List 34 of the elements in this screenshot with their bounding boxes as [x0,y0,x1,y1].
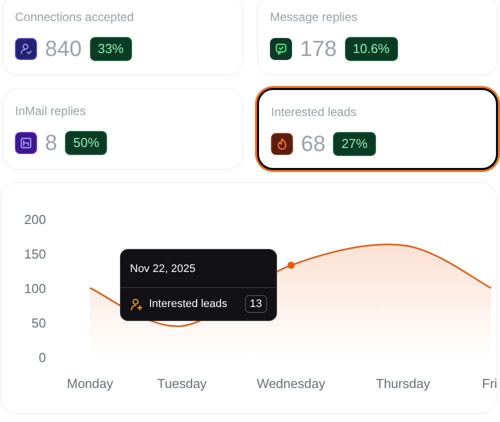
change-badge: 27% [333,132,376,156]
stat-card[interactable]: Connections accepted 840 33% [2,0,243,76]
change-badge: 10.6% [344,37,398,61]
tooltip-label: Interested leads [149,296,228,312]
tooltip-value: 13 [244,295,267,313]
stat-value: 68 [301,132,326,156]
y-axis-label: 100 [24,281,46,296]
stat-title: Interested leads [271,104,358,120]
person-add-icon [130,298,143,310]
stat-value: 8 [45,131,58,155]
y-axis-label: 200 [24,212,46,227]
inbox-icon [15,132,37,154]
stat-value: 178 [300,37,337,61]
y-axis-label: 0 [38,350,46,365]
stat-title: Message replies [270,9,358,25]
x-axis-label: Monday [66,376,114,391]
change-badge: 50% [65,131,108,155]
x-axis-label: Tuesday [157,376,207,391]
stat-value: 840 [45,37,82,61]
tooltip-date: Nov 22, 2025 [129,262,196,277]
stat-card[interactable]: InMail replies 8 50% [2,88,243,170]
chat-icon [270,38,292,60]
stat-title: InMail replies [15,103,87,119]
x-axis-label: Wednesday [256,376,326,391]
change-badge: 33% [90,37,132,61]
y-axis-label: 150 [24,246,46,262]
person-check-icon [15,38,37,60]
flame-icon [271,133,293,155]
stat-card[interactable]: Message replies 178 10.6% [257,0,498,76]
stat-title: Connections accepted [15,9,135,25]
x-axis-label: Thursday [376,376,430,391]
y-axis-label: 50 [32,316,46,330]
stat-card[interactable]: Interested leads 68 27% [257,88,498,170]
x-axis-label: Fri [482,376,498,391]
